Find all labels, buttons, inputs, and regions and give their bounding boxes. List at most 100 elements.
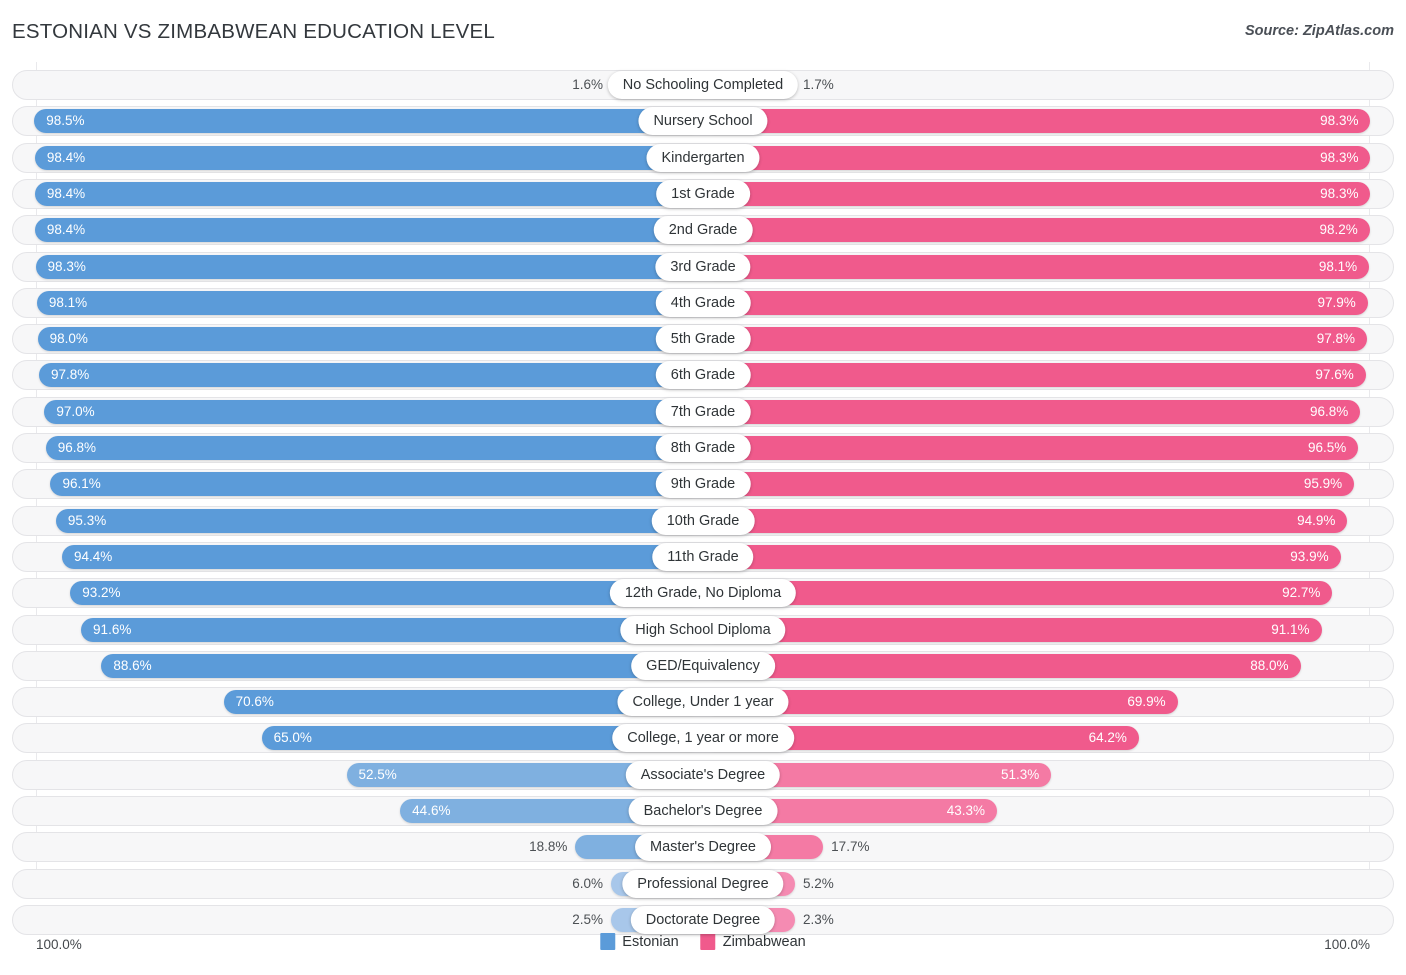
chart-row: 18.8% 17.7% Master's Degree [12,832,1394,863]
bar-estonian: 96.8% [45,436,703,460]
chart-row: 98.5% 98.3% Nursery School [12,106,1394,137]
bar-zimbabwean: 98.3% [703,109,1371,134]
category-label: Doctorate Degree [630,905,776,934]
bar-value-zimbabwean: 98.2% [1319,222,1358,238]
bar-zimbabwean: 98.3% [703,181,1371,206]
bar-estonian: 91.6% [81,617,703,642]
bar-value-zimbabwean: 43.3% [946,803,985,818]
category-label: Kindergarten [646,143,760,172]
chart-row: 96.1% 95.9% 9th Grade [12,469,1394,500]
axis-label-right: 100.0% [1324,937,1370,952]
bar-zimbabwean: 96.5% [703,436,1359,460]
category-label: 11th Grade [652,542,754,571]
bar-estonian: 98.4% [34,218,703,243]
bar-value-estonian: 94.4% [74,548,113,564]
bar-value-estonian: 1.6% [572,77,603,92]
bar-estonian: 98.3% [35,254,703,279]
category-label: College, 1 year or more [612,724,794,753]
bar-zimbabwean: 98.3% [703,145,1371,170]
chart-row: 95.3% 94.9% 10th Grade [12,505,1394,536]
category-label: 7th Grade [655,397,751,426]
bar-value-estonian: 96.1% [62,476,101,492]
chart-row: 98.4% 98.2% 2nd Grade [12,215,1394,246]
bar-value-estonian: 98.4% [46,222,86,238]
chart-row: 94.4% 93.9% 11th Grade [12,541,1394,572]
bar-estonian: 97.0% [44,399,703,424]
chart-row: 97.0% 96.8% 7th Grade [12,396,1394,427]
bar-value-estonian: 97.8% [50,367,90,383]
page-title: ESTONIAN VS ZIMBABWEAN EDUCATION LEVEL [12,20,495,43]
bar-estonian: 98.0% [37,327,703,352]
bar-value-estonian: 44.6% [412,803,451,818]
category-label: Professional Degree [622,869,784,898]
bar-value-estonian: 91.6% [93,621,132,637]
bar-value-estonian: 96.8% [57,440,97,455]
bar-zimbabwean: 97.8% [703,327,1368,352]
legend-item[interactable]: Estonian [600,933,679,950]
chart-row: 6.0% 5.2% Professional Degree [12,868,1394,899]
bar-value-zimbabwean: 1.7% [803,77,834,92]
bar-value-zimbabwean: 5.2% [803,875,834,891]
bar-estonian: 94.4% [62,544,703,569]
chart-row: 65.0% 64.2% College, 1 year or more [12,723,1394,754]
category-label: 8th Grade [655,434,751,462]
bar-value-zimbabwean: 97.6% [1315,367,1354,383]
chart-row: 98.4% 98.3% Kindergarten [12,142,1394,173]
bar-value-estonian: 95.3% [67,512,107,528]
bar-value-estonian: 98.5% [46,113,85,129]
chart-header: ESTONIAN VS ZIMBABWEAN EDUCATION LEVEL S… [0,0,1406,58]
bar-value-zimbabwean: 93.9% [1290,548,1329,564]
category-label: 4th Grade [655,288,751,317]
bar-estonian: 98.5% [34,109,703,134]
bar-value-estonian: 98.4% [46,149,86,165]
bar-estonian: 98.1% [36,290,703,315]
bar-estonian: 97.8% [38,363,703,388]
category-label: High School Diploma [620,615,786,644]
legend-swatch-icon [600,933,616,950]
bar-value-zimbabwean: 69.9% [1127,694,1166,710]
chart-row: 98.1% 97.9% 4th Grade [12,287,1394,318]
bar-value-estonian: 88.6% [113,657,152,673]
bar-zimbabwean: 98.2% [703,218,1370,243]
bar-value-zimbabwean: 98.3% [1320,185,1359,201]
category-label: Master's Degree [635,833,771,862]
category-label: 5th Grade [655,325,751,354]
chart-row: 98.0% 97.8% 5th Grade [12,324,1394,355]
bar-value-estonian: 98.3% [47,258,86,274]
category-label: 9th Grade [655,470,751,499]
bar-value-zimbabwean: 98.3% [1320,149,1359,165]
legend-label: Zimbabwean [722,933,806,950]
bar-estonian: 88.6% [101,653,703,678]
bar-value-zimbabwean: 17.7% [831,839,870,855]
bar-value-zimbabwean: 92.7% [1282,585,1321,601]
bar-value-zimbabwean: 2.3% [803,911,834,927]
legend-item[interactable]: Zimbabwean [700,933,806,950]
bar-zimbabwean: 98.1% [703,254,1370,279]
bar-value-estonian: 2.5% [572,911,603,927]
bar-value-zimbabwean: 97.8% [1316,331,1356,347]
bar-value-estonian: 97.0% [56,403,95,419]
chart-row: 93.2% 92.7% 12th Grade, No Diploma [12,578,1394,609]
category-label: Nursery School [638,107,768,136]
chart-row: 1.6% 1.7% No Schooling Completed [12,70,1394,100]
bar-value-estonian: 98.0% [49,331,88,347]
bar-value-zimbabwean: 98.1% [1318,258,1358,274]
chart-row: 96.8% 96.5% 8th Grade [12,433,1394,463]
bar-value-zimbabwean: 95.9% [1303,476,1343,492]
bar-zimbabwean: 97.9% [703,290,1368,315]
bar-zimbabwean: 92.7% [703,581,1333,606]
legend-label: Estonian [622,933,679,950]
chart-root: ESTONIAN VS ZIMBABWEAN EDUCATION LEVEL S… [0,0,1406,975]
bar-value-estonian: 18.8% [529,839,568,855]
bar-estonian: 93.2% [70,581,703,606]
category-label: 2nd Grade [653,216,753,245]
chart-row: 91.6% 91.1% High School Diploma [12,614,1394,645]
legend-swatch-icon [700,933,716,950]
chart-row: 98.4% 98.3% 1st Grade [12,178,1394,209]
bar-value-zimbabwean: 64.2% [1088,730,1127,746]
bar-value-zimbabwean: 96.8% [1309,403,1349,419]
bar-zimbabwean: 93.9% [703,544,1341,569]
chart-legend: Estonian Zimbabwean [600,933,806,950]
category-label: 10th Grade [651,506,755,535]
bar-value-estonian: 98.4% [46,185,86,201]
